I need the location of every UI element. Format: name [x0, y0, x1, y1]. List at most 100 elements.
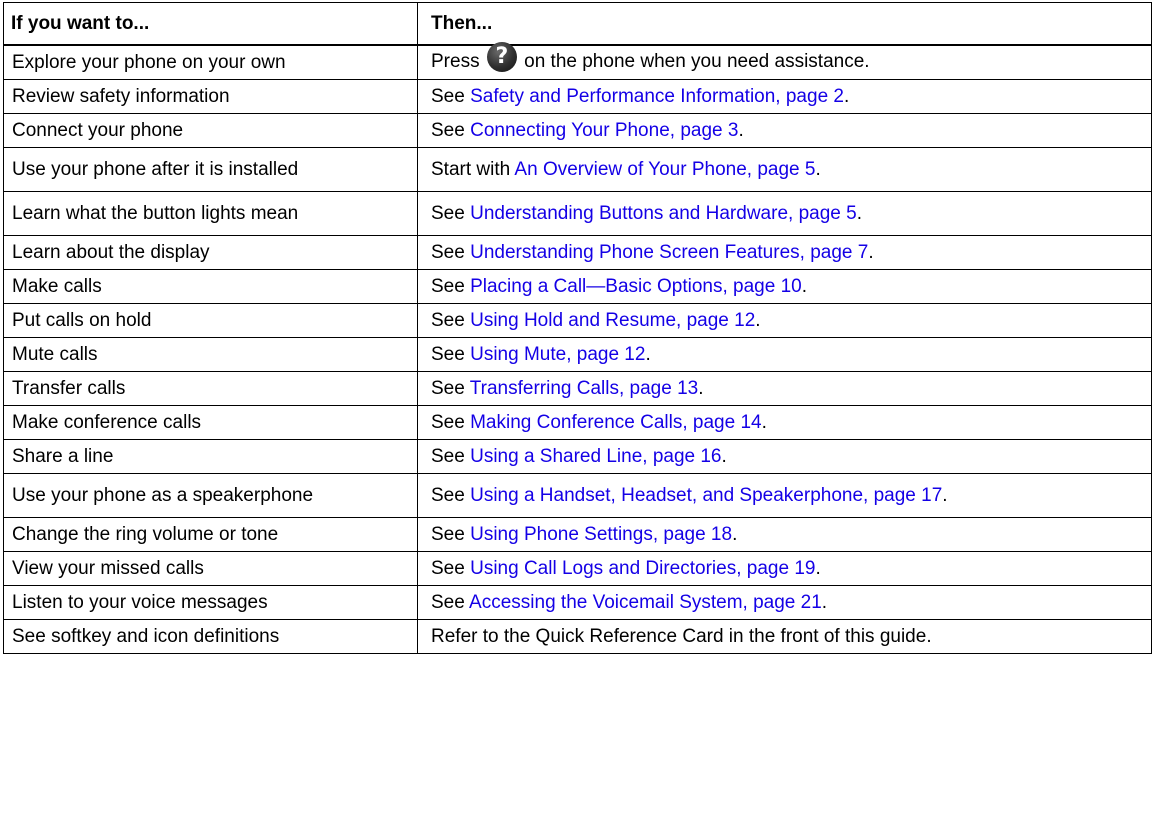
action-prefix-text: See [431, 203, 471, 224]
table-row: Listen to your voice messages See Accessi… [3, 585, 1152, 620]
action-suffix-text: . [645, 344, 651, 365]
action-cell: See Understanding Buttons and Hardware, … [417, 191, 1152, 236]
table-row: Change the ring volume or tone See Using … [3, 517, 1152, 552]
header-then: Then... [417, 2, 1152, 46]
action-prefix-text: See [431, 120, 471, 141]
cross-reference-link[interactable]: Accessing the Voicemail System, page 21 [469, 592, 822, 613]
action-prefix-text: See [431, 86, 471, 107]
task-cell: Review safety information [3, 79, 418, 114]
task-cell: View your missed calls [3, 551, 418, 586]
action-prefix-text: See [431, 524, 471, 545]
task-cell: Listen to your voice messages [3, 585, 418, 620]
action-suffix-text: . [801, 276, 808, 297]
action-suffix-text: on the phone when you need assistance. [518, 50, 870, 72]
cross-reference-link[interactable]: Transferring Calls, page 13 [470, 378, 698, 399]
task-reference-table: If you want to... Then... Explore your p… [3, 2, 1152, 654]
action-prefix-text: See [431, 485, 471, 506]
action-cell: See Transferring Calls, page 13. [417, 371, 1152, 406]
task-cell: Use your phone as a speakerphone [3, 473, 418, 518]
cross-reference-link[interactable]: Using Phone Settings, page 18 [470, 524, 732, 545]
action-cell: See Connecting Your Phone, page 3. [417, 113, 1152, 148]
task-cell: See softkey and icon definitions [3, 619, 418, 654]
cross-reference-link[interactable]: Safety and Performance Information, page… [470, 86, 844, 107]
action-suffix-text: . [698, 378, 704, 399]
table-row: View your missed calls See Using Call Log… [3, 551, 1152, 586]
action-suffix-text: . [942, 485, 948, 506]
action-cell: See Making Conference Calls, page 14. [417, 405, 1152, 440]
cross-reference-link[interactable]: Using Call Logs and Directories, page 19 [470, 558, 815, 579]
task-cell: Connect your phone [3, 113, 418, 148]
task-cell: Use your phone after it is installed [3, 147, 418, 192]
header-if-you-want: If you want to... [3, 2, 418, 46]
action-suffix-text: . [815, 159, 821, 180]
cross-reference-link[interactable]: Understanding Phone Screen Features, pag… [470, 242, 868, 263]
table-row: Use your phone after it is installed Star… [3, 147, 1152, 192]
action-suffix-text: . [868, 242, 874, 263]
table-row: Mute calls See Using Mute, page 12. [3, 337, 1152, 372]
action-suffix-text: . [815, 558, 821, 579]
action-cell: See Using Hold and Resume, page 12. [417, 303, 1152, 338]
table-row: Explore your phone on your own Press ? on… [3, 41, 1152, 80]
cross-reference-link[interactable]: Using a Handset, Headset, and Speakerpho… [470, 485, 942, 506]
action-suffix-text: . [761, 412, 767, 433]
table-row: See softkey and icon definitions Refer to… [3, 619, 1152, 654]
table-row: Share a line See Using a Shared Line, pag… [3, 439, 1152, 474]
action-suffix-text: . [755, 310, 761, 331]
table-row: Review safety information See Safety and … [3, 79, 1152, 114]
task-cell: Learn about the display [3, 235, 418, 270]
table-body: Explore your phone on your own Press ? on… [3, 41, 1152, 654]
action-suffix-text: . [821, 592, 828, 613]
action-prefix-text: See [431, 242, 471, 263]
cross-reference-link[interactable]: Making Conference Calls, page 14 [470, 412, 762, 433]
table-row: Connect your phone See Connecting Your Ph… [3, 113, 1152, 148]
action-cell: See Placing a Call—Basic Options, page 1… [417, 269, 1152, 304]
action-cell: See Using Mute, page 12. [417, 337, 1152, 372]
action-cell: See Using a Handset, Headset, and Speake… [417, 473, 1152, 518]
action-prefix-text: Press [431, 50, 485, 72]
action-prefix-text: See [431, 310, 471, 331]
table-row: Make conference calls See Making Conferen… [3, 405, 1152, 440]
task-cell: Put calls on hold [3, 303, 418, 338]
cross-reference-link[interactable]: Using a Shared Line, page 16 [470, 446, 721, 467]
action-suffix-text: . [738, 120, 744, 141]
task-cell: Mute calls [3, 337, 418, 372]
cross-reference-link[interactable]: Using Hold and Resume, page 12 [470, 310, 755, 331]
action-prefix-text: See [431, 276, 471, 297]
cross-reference-link[interactable]: Placing a Call—Basic Options, page 10 [470, 276, 802, 297]
action-prefix-text: Start with [431, 159, 515, 180]
action-prefix-text: See [431, 344, 471, 365]
table-row: Make calls See Placing a Call—Basic Optio… [3, 269, 1152, 304]
action-suffix-text: . [843, 86, 850, 107]
table-row: Learn about the display See Understanding… [3, 235, 1152, 270]
cross-reference-link[interactable]: Using Mute, page 12 [470, 344, 645, 365]
action-cell: See Accessing the Voicemail System, page… [417, 585, 1152, 620]
cross-reference-link[interactable]: Understanding Buttons and Hardware, page… [470, 203, 857, 224]
table-row: Learn what the button lights mean See Und… [3, 191, 1152, 236]
action-cell: See Using a Shared Line, page 16. [417, 439, 1152, 474]
task-cell: Make conference calls [3, 405, 418, 440]
action-cell: See Using Phone Settings, page 18. [417, 517, 1152, 552]
table-row: Use your phone as a speakerphone See Usin… [3, 473, 1152, 518]
task-cell: Change the ring volume or tone [3, 517, 418, 552]
action-cell: Start with An Overview of Your Phone, pa… [417, 147, 1152, 192]
task-cell: Share a line [3, 439, 418, 474]
table-header-row: If you want to... Then... [3, 2, 1152, 46]
cross-reference-link[interactable]: Connecting Your Phone, page 3 [470, 120, 738, 141]
action-cell: Refer to the Quick Reference Card in the… [417, 619, 1152, 654]
task-cell: Learn what the button lights mean [3, 191, 418, 236]
table-row: Put calls on hold See Using Hold and Resu… [3, 303, 1152, 338]
action-prefix-text: Refer to the Quick Reference Card in the… [431, 626, 932, 647]
action-suffix-text: . [721, 446, 727, 467]
action-prefix-text: See [431, 412, 471, 433]
action-prefix-text: See [431, 378, 470, 399]
action-suffix-text: . [732, 524, 738, 545]
action-suffix-text: . [856, 203, 862, 224]
task-cell: Explore your phone on your own [3, 44, 418, 80]
action-cell: See Using Call Logs and Directories, pag… [417, 551, 1152, 586]
action-prefix-text: See [431, 558, 471, 579]
action-cell: Press ? on the phone when you need assis… [417, 41, 1152, 80]
task-cell: Make calls [3, 269, 418, 304]
cross-reference-link[interactable]: An Overview of Your Phone, page 5 [514, 159, 815, 180]
action-prefix-text: See [431, 592, 470, 613]
task-cell: Transfer calls [3, 371, 418, 406]
